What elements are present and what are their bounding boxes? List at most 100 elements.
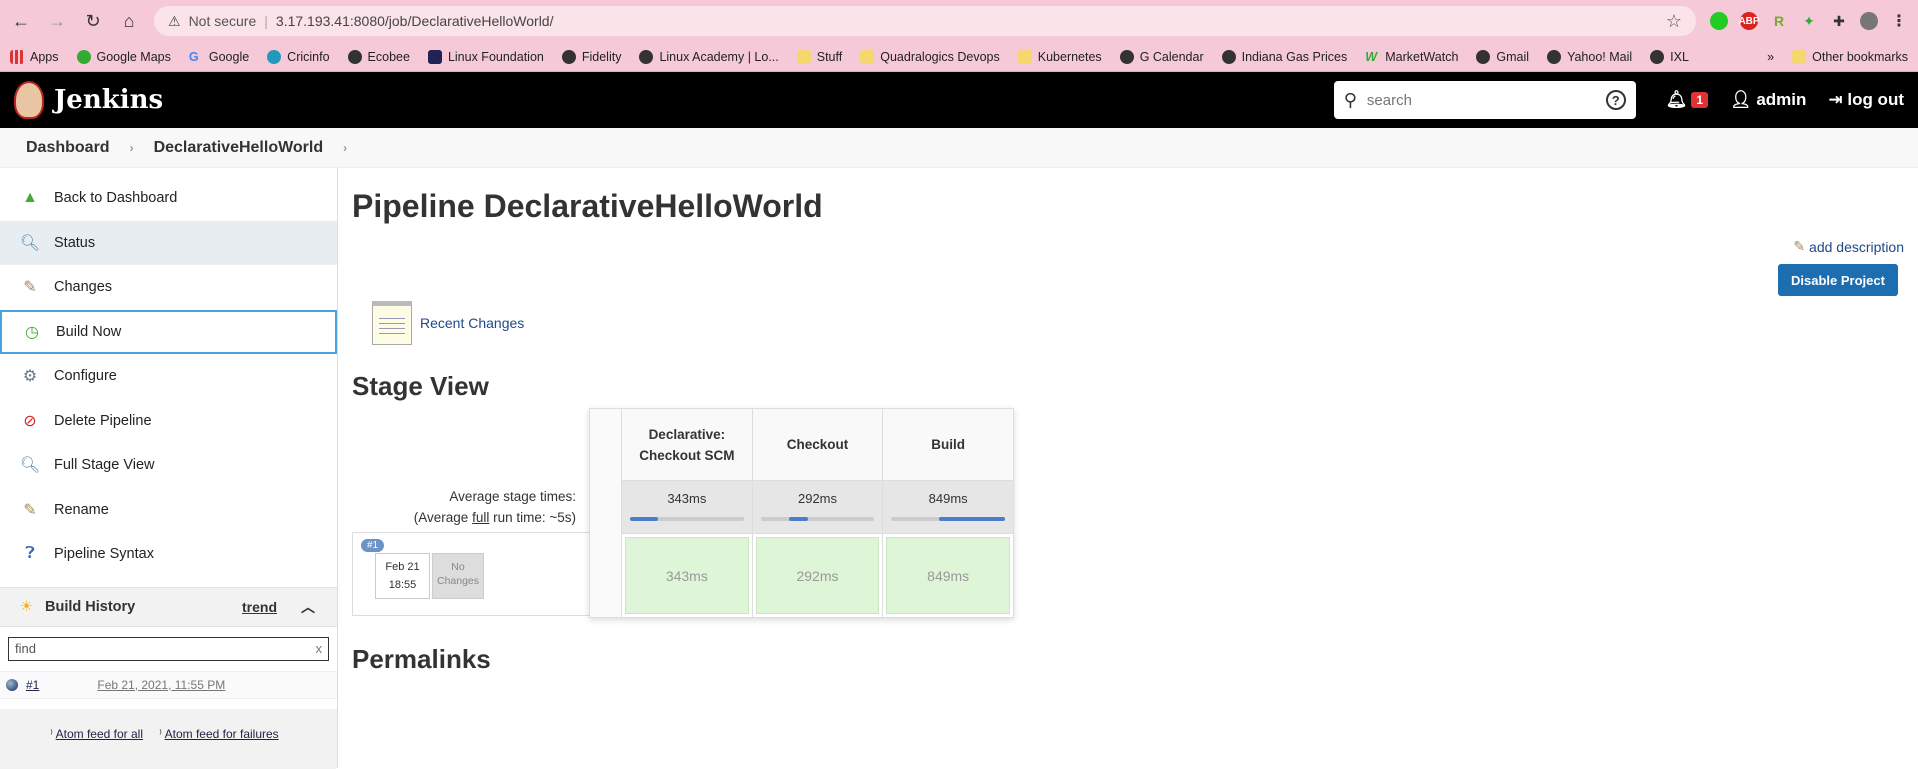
bookmark-fidelity[interactable]: Fidelity: [561, 49, 622, 64]
permalinks-title: Permalinks: [352, 644, 491, 674]
sidebar-item-status[interactable]: 🔍︎ Status: [0, 220, 337, 265]
bookmark-quadralogics[interactable]: Quadralogics Devops: [860, 49, 1000, 64]
globe-icon: [267, 49, 282, 64]
sidebar-item-back-to-dashboard[interactable]: ▲ Back to Dashboard: [0, 176, 337, 221]
warning-icon: ⚠: [168, 12, 181, 29]
bookmark-apps[interactable]: Apps: [10, 49, 59, 64]
notification-badge: 1: [1691, 92, 1708, 108]
bookmark-linux-foundation[interactable]: Linux Foundation: [427, 49, 544, 64]
profile-avatar[interactable]: [1860, 12, 1878, 30]
build-filter: x: [8, 636, 329, 661]
chevron-right-icon[interactable]: ›: [343, 141, 347, 155]
stage-cell-success[interactable]: 292ms: [755, 537, 880, 614]
more-bookmarks-button[interactable]: »: [1767, 50, 1774, 64]
average-times-label: Average stage times: (Average full run t…: [352, 486, 576, 528]
disable-project-button[interactable]: Disable Project: [1778, 264, 1898, 296]
bell-icon: 🔔︎: [1665, 90, 1688, 109]
bookmark-label: Fidelity: [581, 49, 622, 64]
sidebar-item-configure[interactable]: ⚙ Configure: [0, 354, 337, 399]
chevron-up-icon[interactable]: ︿: [301, 597, 315, 617]
run-row: #1 Feb 21 18:55 No Changes: [352, 532, 589, 616]
sidebar-item-label: Build Now: [56, 323, 122, 340]
star-icon[interactable]: ☆: [1666, 11, 1682, 32]
build-status-ball-icon: [6, 678, 18, 691]
other-bookmarks[interactable]: Other bookmarks: [1792, 49, 1908, 64]
menu-icon[interactable]: ⋮: [1890, 12, 1908, 30]
magnifier-icon: 🔍︎: [19, 457, 41, 475]
sidebar-item-rename[interactable]: ✎ Rename: [0, 488, 337, 533]
bookmark-yahoo-mail[interactable]: Yahoo! Mail: [1547, 49, 1632, 64]
notifications[interactable]: 🔔︎ 1: [1666, 90, 1708, 110]
build-filter-input[interactable]: [15, 641, 316, 656]
extension-leaf-icon[interactable]: ✦: [1800, 12, 1818, 30]
stage-progress-fill: [630, 517, 659, 521]
avg-full-prefix: (Average: [413, 510, 473, 525]
sidebar-item-full-stage-view[interactable]: 🔍︎ Full Stage View: [0, 443, 337, 488]
sidebar-item-build-now[interactable]: ◷ Build Now: [0, 309, 337, 354]
clear-filter-icon[interactable]: x: [316, 641, 323, 656]
search-box: ⚲ ?: [1333, 81, 1636, 119]
header-actions: 🔔︎ 1 👤︎ admin ⇥ log out: [1666, 90, 1904, 110]
sidebar-item-label: Rename: [54, 501, 109, 518]
logout-link[interactable]: ⇥ log out: [1828, 90, 1904, 110]
sidebar-item-changes[interactable]: ✎ Changes: [0, 265, 337, 310]
stage-progress-fill: [939, 517, 1005, 521]
home-icon[interactable]: ⌂: [118, 10, 140, 32]
folder-icon: [860, 49, 875, 64]
stage-view: Average stage times: (Average full run t…: [352, 408, 1904, 618]
logo-text: Jenkins: [54, 85, 164, 115]
extension-green-icon[interactable]: [1710, 12, 1728, 30]
bookmark-gmail[interactable]: Gmail: [1476, 49, 1530, 64]
bookmark-google-maps[interactable]: Google Maps: [76, 49, 171, 64]
address-separator: |: [264, 13, 268, 29]
back-icon[interactable]: ←: [10, 10, 32, 32]
feed-failures[interactable]: ⁾ Atom feed for failures: [159, 727, 279, 769]
globe-icon: [1221, 49, 1236, 64]
bookmark-indiana-gas[interactable]: Indiana Gas Prices: [1221, 49, 1347, 64]
build-number-link[interactable]: #1: [26, 678, 39, 692]
extension-r-icon[interactable]: R: [1770, 12, 1788, 30]
sidebar-item-delete-pipeline[interactable]: ⊘ Delete Pipeline: [0, 399, 337, 444]
forward-icon[interactable]: →: [46, 10, 68, 32]
bookmark-ecobee[interactable]: Ecobee: [347, 49, 410, 64]
add-description-link[interactable]: ✎ add description: [1793, 238, 1904, 255]
bookmark-linux-academy[interactable]: Linux Academy | Lo...: [639, 49, 779, 64]
bookmark-label: Gmail: [1496, 49, 1530, 64]
feed-all[interactable]: ⁾ Atom feed for all: [50, 727, 143, 769]
puzzle-icon[interactable]: ✚: [1830, 12, 1848, 30]
bookmark-cricinfo[interactable]: Cricinfo: [267, 49, 330, 64]
bookmark-label: Linux Academy | Lo...: [659, 49, 779, 64]
bookmark-marketwatch[interactable]: W MarketWatch: [1365, 50, 1458, 64]
bookmark-stuff[interactable]: Stuff: [796, 49, 842, 64]
run-tag[interactable]: #1: [361, 539, 385, 552]
breadcrumb-dashboard[interactable]: Dashboard: [26, 139, 110, 157]
stage-average-time: 292ms: [797, 491, 838, 506]
trend-link[interactable]: trend: [242, 599, 277, 615]
bookmark-ixl[interactable]: IXL: [1650, 49, 1689, 64]
help-icon[interactable]: ?: [1605, 90, 1626, 110]
sidebar-item-pipeline-syntax[interactable]: ❓︎ Pipeline Syntax: [0, 532, 337, 577]
reload-icon[interactable]: ↻: [82, 10, 104, 32]
globe-icon: [1650, 49, 1665, 64]
adblock-icon[interactable]: ABP: [1738, 12, 1760, 30]
prohibited-icon: ⊘: [23, 412, 37, 430]
stage-cell-success[interactable]: 849ms: [886, 537, 1011, 614]
bookmark-kubernetes[interactable]: Kubernetes: [1017, 49, 1102, 64]
stage-progress-track: [891, 517, 1006, 521]
stage-cell-success[interactable]: 343ms: [625, 537, 749, 614]
bookmark-label: Other bookmarks: [1812, 49, 1908, 64]
sidebar-item-label: Pipeline Syntax: [54, 546, 154, 563]
user-link[interactable]: 👤︎ admin: [1730, 90, 1806, 110]
bookmark-g-calendar[interactable]: G Calendar: [1119, 49, 1204, 64]
search-input[interactable]: [1366, 91, 1596, 109]
breadcrumb-job[interactable]: DeclarativeHelloWorld: [154, 139, 324, 157]
build-date-link[interactable]: Feb 21, 2021, 11:55 PM: [97, 678, 225, 692]
recent-changes-link[interactable]: Recent Changes: [372, 301, 1904, 345]
stage-table-left-gutter: [590, 409, 622, 617]
address-bar[interactable]: ⚠ Not secure | 3.17.193.41:8080/job/Decl…: [154, 6, 1696, 36]
marketwatch-icon: W: [1365, 49, 1378, 64]
build-row[interactable]: #1 Feb 21, 2021, 11:55 PM: [0, 670, 337, 699]
jenkins-logo[interactable]: Jenkins: [14, 81, 163, 119]
bookmark-google[interactable]: G Google: [189, 50, 249, 64]
run-date[interactable]: Feb 21 18:55: [375, 553, 430, 599]
